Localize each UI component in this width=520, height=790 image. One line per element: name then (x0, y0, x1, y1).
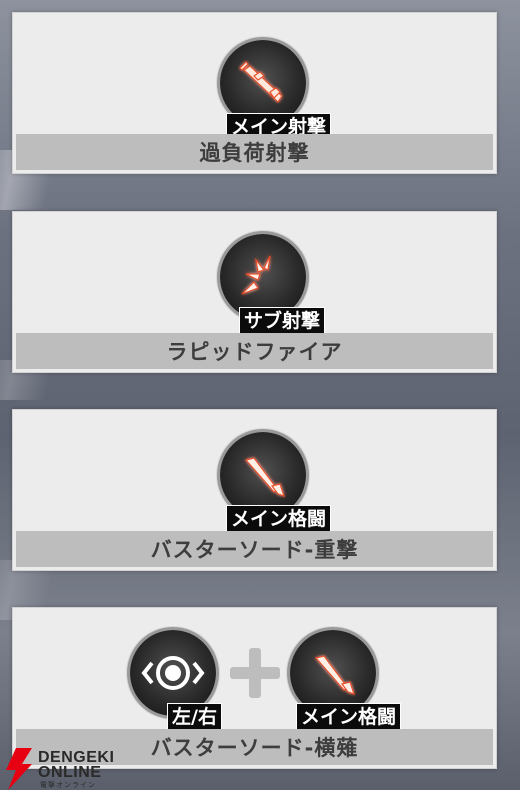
plus-icon (230, 648, 280, 698)
skill-card: サブ射撃 ラピッドファイア (12, 211, 497, 373)
input-tag-main-melee: メイン格闘 (227, 506, 331, 532)
dengeki-online-logo: DENGEKI ONLINE 電撃オンライン (2, 748, 132, 790)
skill-card: 左/右 メイン格闘 バスターソード-横薙 (12, 607, 497, 769)
skill-name: ラピッドファイア (16, 333, 493, 369)
skill-name: 過負荷射撃 (16, 134, 493, 170)
input-tag-main-melee: メイン格闘 (297, 704, 401, 730)
logo-text-line2: ONLINE (38, 764, 102, 781)
skill-icon-slot: サブ射撃 (220, 234, 325, 334)
skill-name: バスターソード-重撃 (16, 531, 493, 567)
skill-icon-slot: 左/右 (130, 630, 221, 730)
skill-icon-slot: メイン格闘 (220, 432, 331, 532)
logo-text-line3: 電撃オンライン (40, 781, 96, 789)
lightning-bolt-icon (6, 748, 32, 790)
input-tag-sub-shot: サブ射撃 (240, 308, 325, 334)
skill-card: メイン格闘 バスターソード-重撃 (12, 409, 497, 571)
skill-icon-slot: メイン射撃 (220, 40, 331, 140)
skill-icon-slot: メイン格闘 (290, 630, 401, 730)
skill-card: メイン射撃 過負荷射撃 (12, 12, 497, 174)
input-tag-left-right: 左/右 (168, 704, 221, 730)
